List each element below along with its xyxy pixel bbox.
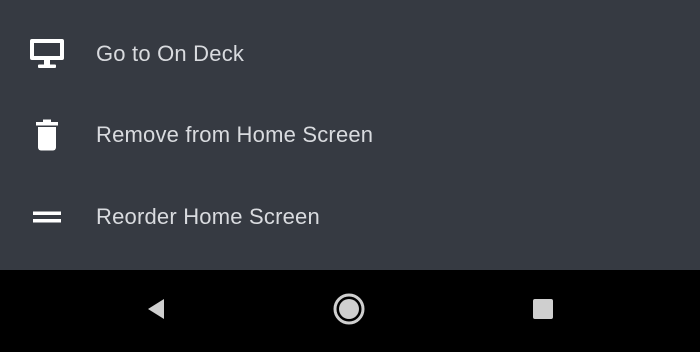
bottom-sheet-menu: Go to On Deck Remove from Home Screen Re… [0,0,700,270]
menu-item-label: Reorder Home Screen [96,203,320,229]
system-navigation-bar [0,270,700,352]
menu-item-label: Go to On Deck [96,40,245,66]
nav-back-button[interactable] [136,291,176,331]
monitor-icon [29,36,65,72]
home-circle-icon [332,292,366,331]
nav-home-button[interactable] [329,291,369,331]
trash-icon [29,117,65,153]
menu-item-go-to-on-deck[interactable]: Go to On Deck [0,13,700,94]
reorder-icon [29,199,65,235]
back-triangle-icon [145,297,167,326]
nav-recents-button[interactable] [523,291,563,331]
menu-item-reorder-home-screen[interactable]: Reorder Home Screen [0,176,700,257]
menu-item-remove-from-home-screen[interactable]: Remove from Home Screen [0,94,700,175]
recents-square-icon [532,298,554,325]
menu-item-label: Remove from Home Screen [96,121,374,147]
